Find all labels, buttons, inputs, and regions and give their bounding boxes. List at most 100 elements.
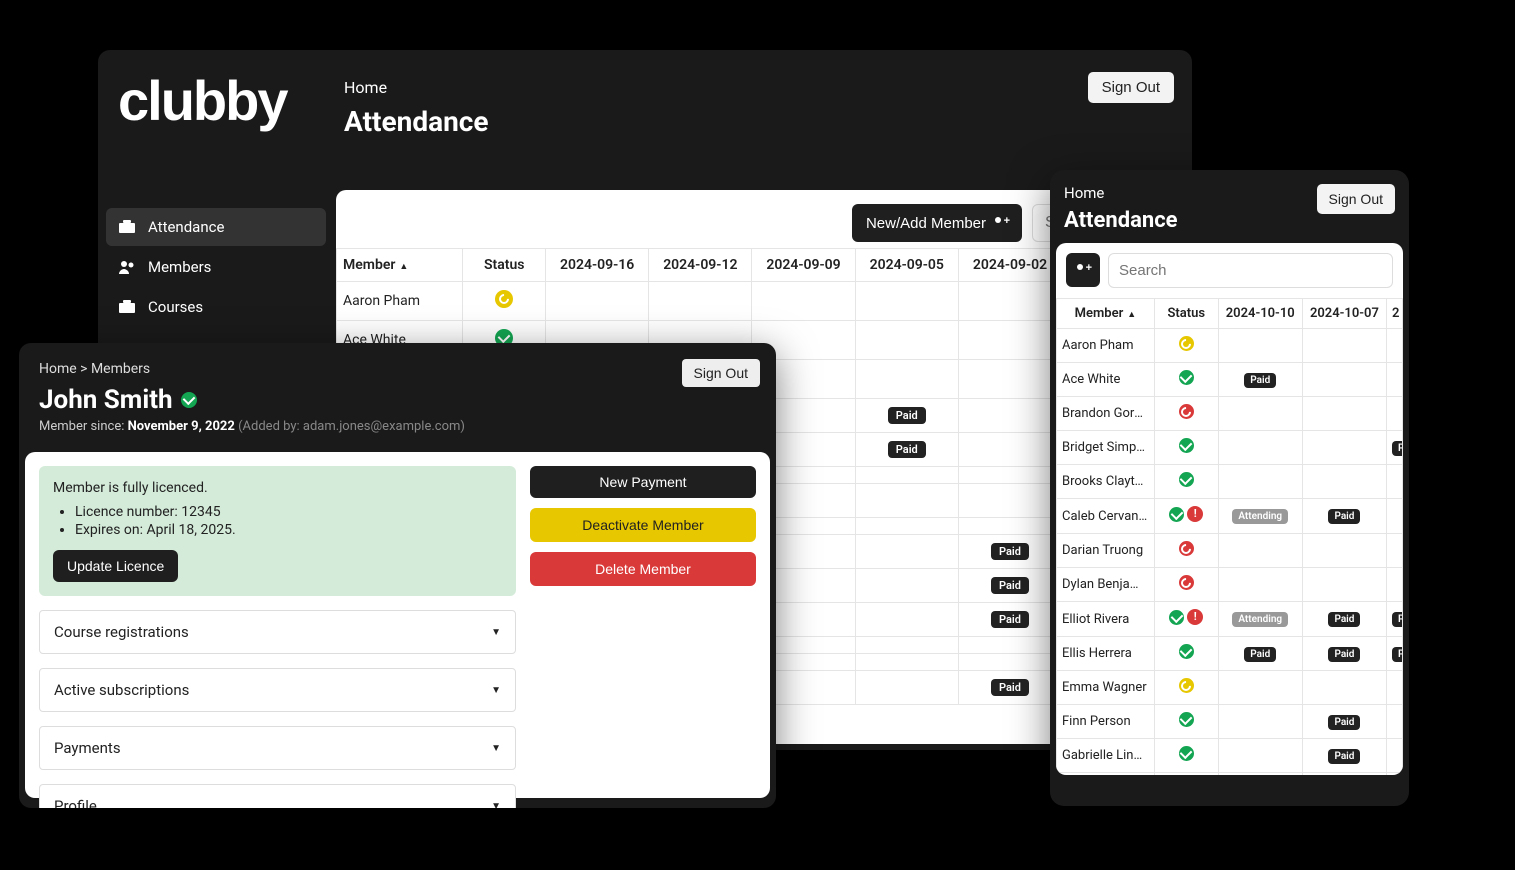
date-cell[interactable] bbox=[546, 282, 649, 321]
sidebar-item-members[interactable]: Members bbox=[106, 248, 326, 286]
sidebar-item-attendance[interactable]: Attendance bbox=[106, 208, 326, 246]
date-cell[interactable] bbox=[1302, 534, 1386, 568]
date-cell[interactable] bbox=[855, 654, 958, 671]
date-cell[interactable]: Paid bbox=[1302, 602, 1386, 637]
table-row[interactable]: Darian Truong bbox=[1057, 534, 1403, 568]
date-cell[interactable] bbox=[1387, 671, 1403, 705]
date-cell[interactable] bbox=[1387, 465, 1403, 499]
date-cell[interactable] bbox=[958, 518, 1061, 535]
date-cell[interactable] bbox=[855, 569, 958, 603]
date-cell[interactable] bbox=[958, 467, 1061, 484]
table-row[interactable]: Brooks Clayton bbox=[1057, 465, 1403, 499]
date-cell[interactable] bbox=[1302, 431, 1386, 465]
table-row[interactable]: Caleb CervantesAttendingPaid bbox=[1057, 499, 1403, 534]
date-cell[interactable] bbox=[855, 535, 958, 569]
date-cell[interactable] bbox=[855, 484, 958, 518]
date-cell[interactable]: Paid bbox=[958, 569, 1061, 603]
date-cell[interactable] bbox=[1387, 568, 1403, 602]
date-cell[interactable]: Paid bbox=[1302, 499, 1386, 534]
date-cell[interactable] bbox=[649, 282, 752, 321]
table-row[interactable]: Bridget SimpsonP bbox=[1057, 431, 1403, 465]
table-row[interactable]: Ace WhitePaid bbox=[1057, 363, 1403, 397]
accordion-payments[interactable]: Payments▼ bbox=[39, 726, 516, 770]
date-cell[interactable] bbox=[958, 637, 1061, 654]
date-cell[interactable]: Paid bbox=[1302, 739, 1386, 773]
delete-member-button[interactable]: Delete Member bbox=[530, 552, 756, 586]
date-cell[interactable] bbox=[958, 433, 1061, 467]
update-licence-button[interactable]: Update Licence bbox=[53, 550, 178, 582]
date-cell[interactable]: P bbox=[1387, 431, 1403, 465]
member-header[interactable]: Member▲ bbox=[337, 249, 463, 282]
date-header[interactable]: 2 bbox=[1387, 299, 1403, 329]
add-member-button[interactable]: New/Add Member bbox=[852, 204, 1022, 242]
date-cell[interactable] bbox=[1387, 499, 1403, 534]
date-cell[interactable]: Paid bbox=[1218, 637, 1302, 671]
table-row[interactable]: Brandon Gordon bbox=[1057, 397, 1403, 431]
date-cell[interactable] bbox=[958, 484, 1061, 518]
sidebar-item-courses[interactable]: Courses bbox=[106, 288, 326, 326]
search-input[interactable] bbox=[1108, 253, 1393, 288]
date-cell[interactable] bbox=[1218, 773, 1302, 776]
deactivate-member-button[interactable]: Deactivate Member bbox=[530, 508, 756, 542]
date-cell[interactable]: Paid bbox=[1302, 705, 1386, 739]
date-cell[interactable] bbox=[855, 671, 958, 705]
add-member-button[interactable] bbox=[1066, 253, 1100, 287]
date-cell[interactable] bbox=[855, 467, 958, 484]
date-cell[interactable]: Paid bbox=[1302, 637, 1386, 671]
date-cell[interactable] bbox=[1387, 363, 1403, 397]
date-cell[interactable] bbox=[1218, 465, 1302, 499]
date-cell[interactable] bbox=[1218, 534, 1302, 568]
accordion-course-registrations[interactable]: Course registrations▼ bbox=[39, 610, 516, 654]
date-cell[interactable]: Paid bbox=[855, 399, 958, 433]
sign-out-button[interactable]: Sign Out bbox=[682, 359, 760, 387]
date-cell[interactable] bbox=[1218, 705, 1302, 739]
breadcrumb[interactable]: Home bbox=[344, 78, 387, 97]
table-row[interactable]: Emma Wagner bbox=[1057, 671, 1403, 705]
sign-out-button[interactable]: Sign Out bbox=[1088, 72, 1174, 103]
date-cell[interactable] bbox=[855, 321, 958, 360]
accordion-active-subscriptions[interactable]: Active subscriptions▼ bbox=[39, 668, 516, 712]
date-cell[interactable] bbox=[752, 282, 855, 321]
date-cell[interactable] bbox=[1218, 431, 1302, 465]
new-payment-button[interactable]: New Payment bbox=[530, 466, 756, 498]
date-cell[interactable] bbox=[855, 518, 958, 535]
date-cell[interactable] bbox=[855, 603, 958, 637]
date-header[interactable]: 2024-10-10 bbox=[1218, 299, 1302, 329]
date-cell[interactable] bbox=[958, 399, 1061, 433]
date-cell[interactable] bbox=[958, 321, 1061, 360]
date-cell[interactable] bbox=[1387, 739, 1403, 773]
table-row[interactable]: Gunner Alexander bbox=[1057, 773, 1403, 776]
date-header[interactable]: 2024-09-02 bbox=[958, 249, 1061, 282]
date-header[interactable]: 2024-09-16 bbox=[546, 249, 649, 282]
date-cell[interactable]: P bbox=[1387, 637, 1403, 671]
date-header[interactable]: 2024-09-12 bbox=[649, 249, 752, 282]
date-cell[interactable]: Paid bbox=[958, 671, 1061, 705]
date-cell[interactable]: P bbox=[1387, 602, 1403, 637]
table-row[interactable]: Gabrielle LindseyPaid bbox=[1057, 739, 1403, 773]
date-cell[interactable] bbox=[1218, 397, 1302, 431]
table-row[interactable]: Elliot RiveraAttendingPaidP bbox=[1057, 602, 1403, 637]
date-cell[interactable] bbox=[1387, 329, 1403, 363]
member-header[interactable]: Member▲ bbox=[1057, 299, 1155, 329]
status-header[interactable]: Status bbox=[463, 249, 546, 282]
date-cell[interactable] bbox=[1218, 671, 1302, 705]
table-row[interactable]: Dylan Benjamin bbox=[1057, 568, 1403, 602]
date-cell[interactable]: Attending bbox=[1218, 499, 1302, 534]
date-cell[interactable] bbox=[1387, 534, 1403, 568]
date-cell[interactable] bbox=[958, 282, 1061, 321]
date-cell[interactable] bbox=[1387, 705, 1403, 739]
date-cell[interactable] bbox=[1302, 329, 1386, 363]
date-cell[interactable]: Paid bbox=[958, 603, 1061, 637]
date-cell[interactable]: Attending bbox=[1218, 602, 1302, 637]
date-cell[interactable] bbox=[958, 654, 1061, 671]
sign-out-button[interactable]: Sign Out bbox=[1317, 184, 1395, 214]
accordion-profile[interactable]: Profile▼ bbox=[39, 784, 516, 808]
date-cell[interactable] bbox=[1218, 329, 1302, 363]
date-cell[interactable] bbox=[1302, 568, 1386, 602]
date-cell[interactable] bbox=[855, 360, 958, 399]
date-cell[interactable] bbox=[1302, 363, 1386, 397]
date-header[interactable]: 2024-09-05 bbox=[855, 249, 958, 282]
date-cell[interactable] bbox=[1387, 773, 1403, 776]
date-cell[interactable] bbox=[1302, 397, 1386, 431]
status-header[interactable]: Status bbox=[1154, 299, 1218, 329]
